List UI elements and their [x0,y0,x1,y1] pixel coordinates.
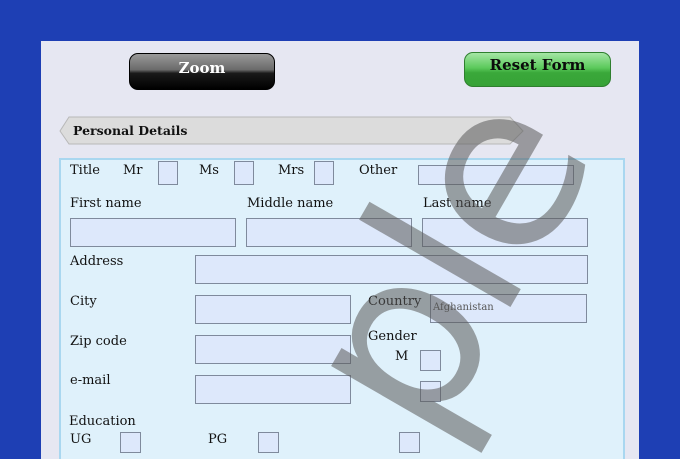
title-mrs-checkbox[interactable] [314,161,334,185]
middle-name-label: Middle name [247,196,334,211]
education-label: Education [69,414,136,429]
education-ug-label: UG [70,432,92,447]
country-select[interactable]: Afghanistan [430,294,587,323]
form-page: Zoom Reset Form Personal Details Title M… [41,41,639,459]
gender-label: Gender [368,329,417,344]
title-mr-label: Mr [123,163,143,178]
title-mrs-label: Mrs [278,163,305,178]
education-pg-label: PG [208,432,228,447]
title-ms-checkbox[interactable] [234,161,254,185]
country-value: Afghanistan [433,302,494,313]
section-header: Personal Details [59,116,524,145]
personal-details-panel: Title Mr Ms Mrs Other First name Middle … [59,158,625,459]
gender-m-label: M [395,349,409,364]
middle-name-input[interactable] [246,218,412,247]
title-other-label: Other [359,163,398,178]
country-label: Country [368,294,422,309]
address-input[interactable] [195,255,588,284]
title-ms-label: Ms [199,163,219,178]
city-input[interactable] [195,295,351,324]
education-ug-checkbox[interactable] [120,432,141,453]
zip-code-label: Zip code [70,334,127,349]
last-name-input[interactable] [422,218,588,247]
first-name-input[interactable] [70,218,236,247]
title-other-input[interactable] [418,165,574,185]
address-label: Address [70,254,124,269]
zip-code-input[interactable] [195,335,351,364]
gender-m-checkbox[interactable] [420,350,441,371]
title-mr-checkbox[interactable] [158,161,178,185]
reset-form-button[interactable]: Reset Form [464,52,611,87]
zoom-button[interactable]: Zoom [129,53,275,90]
email-input[interactable] [195,375,351,404]
education-other-checkbox[interactable] [399,432,420,453]
city-label: City [70,294,97,309]
title-label: Title [70,163,100,178]
education-pg-checkbox[interactable] [258,432,279,453]
section-title: Personal Details [73,123,188,138]
gender-f-checkbox[interactable] [420,381,441,402]
last-name-label: Last name [423,196,492,211]
email-label: e-mail [70,373,111,388]
first-name-label: First name [70,196,142,211]
